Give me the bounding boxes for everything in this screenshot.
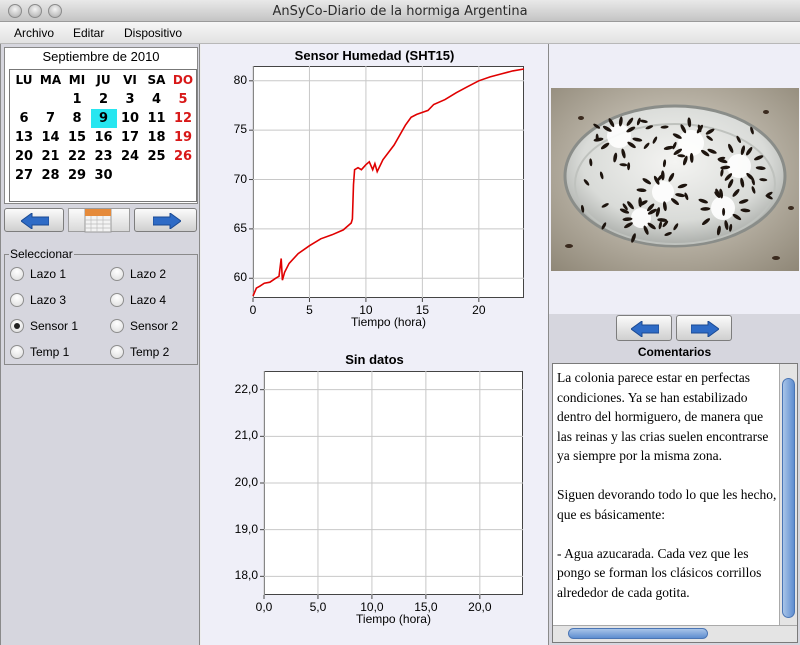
calendar-day[interactable]: 27 xyxy=(11,166,37,185)
radio-button[interactable] xyxy=(110,267,124,281)
calendar-month-title: Septiembre de 2010 xyxy=(42,49,160,64)
radio-label: Sensor 1 xyxy=(30,319,79,333)
radio-label: Sensor 2 xyxy=(130,319,179,333)
horizontal-scroll-thumb[interactable] xyxy=(568,628,708,639)
photo-next-button[interactable] xyxy=(676,315,732,341)
calendar-day[interactable]: 26 xyxy=(170,147,196,166)
calendar-day[interactable]: 14 xyxy=(38,128,64,147)
vertical-scroll-thumb[interactable] xyxy=(782,378,795,618)
weekday-header: DO xyxy=(172,73,194,87)
radio-button[interactable] xyxy=(110,345,124,359)
weekday-header: VI xyxy=(123,73,137,87)
y-tick-label: 22,0 xyxy=(234,381,258,396)
calendar-icon xyxy=(84,208,112,233)
calendar-day[interactable]: 28 xyxy=(38,166,64,185)
calendar-day[interactable]: 6 xyxy=(11,109,37,128)
y-tick-label: 18,0 xyxy=(234,568,258,583)
x-axis-label: Tiempo (hora) xyxy=(356,612,431,626)
calendar-day[interactable]: 3 xyxy=(117,90,143,109)
menu-bar: Archivo Editar Dispositivo xyxy=(0,22,800,44)
title-bar: AnSyCo-Diario de la hormiga Argentina xyxy=(0,0,800,22)
arrow-right-icon xyxy=(691,321,719,337)
radio-label: Lazo 2 xyxy=(130,267,167,281)
calendar-day[interactable]: 15 xyxy=(64,128,90,147)
radio-label: Lazo 3 xyxy=(30,293,67,307)
window-title: AnSyCo-Diario de la hormiga Argentina xyxy=(272,4,528,19)
calendar-day-selected[interactable]: 9 xyxy=(90,109,117,128)
radio-button[interactable] xyxy=(10,345,24,359)
calendar-day[interactable]: 17 xyxy=(117,128,143,147)
comments-vertical-scrollbar[interactable] xyxy=(779,364,797,626)
ant-colony-image xyxy=(551,88,799,271)
weekday-header: MI xyxy=(68,73,86,87)
radio-label: Lazo 1 xyxy=(30,267,67,281)
calendar-today-button[interactable] xyxy=(68,208,130,233)
radio-button[interactable] xyxy=(10,319,24,333)
calendar-day[interactable]: 7 xyxy=(38,109,64,128)
comments-title: Comentarios xyxy=(637,345,712,359)
calendar-day[interactable]: 13 xyxy=(11,128,37,147)
arrow-left-icon xyxy=(21,213,49,229)
calendar-day[interactable]: 19 xyxy=(170,128,196,147)
y-tick-label: 19,0 xyxy=(234,521,258,536)
calendar-day[interactable]: 16 xyxy=(91,128,117,147)
menu-editar[interactable]: Editar xyxy=(73,26,104,40)
calendar-day[interactable]: 30 xyxy=(91,166,117,185)
calendar-day[interactable]: 5 xyxy=(170,90,196,109)
arrow-left-icon xyxy=(631,321,659,337)
charts-panel: Sensor Humedad (SHT15) 0 5 10 15 20 60 65 70 75 8… xyxy=(201,44,548,645)
left-panel: Septiembre de 2010 LU MA MI JU VI SA DO 6 7 8 9 10 1… xyxy=(0,44,200,645)
calendar: Septiembre de 2010 LU MA MI JU VI SA DO 6 7 8 9 10 1… xyxy=(4,47,198,204)
menu-archivo[interactable]: Archivo xyxy=(14,26,54,40)
y-tick-label: 21,0 xyxy=(234,428,258,443)
calendar-day[interactable]: 22 xyxy=(64,147,90,166)
calendar-day[interactable]: 11 xyxy=(144,109,170,128)
chart-svg xyxy=(260,371,523,599)
calendar-day[interactable]: 8 xyxy=(64,109,90,128)
ant-colony-photo xyxy=(551,88,799,271)
radio-button[interactable] xyxy=(10,293,24,307)
comments-textarea[interactable]: La colonia parece estar en perfectas con… xyxy=(552,363,798,643)
calendar-day[interactable]: 4 xyxy=(144,90,170,109)
selector-legend: Seleccionar xyxy=(9,247,74,261)
calendar-grid: LU MA MI JU VI SA DO 6 7 8 9 10 11 12 13 14 15 16 17 18 19 20… xyxy=(9,69,197,202)
weekday-header: JU xyxy=(96,73,111,87)
arrow-right-icon xyxy=(153,213,181,229)
comments-text[interactable]: La colonia parece estar en perfectas con… xyxy=(557,368,779,642)
calendar-day[interactable]: 10 xyxy=(117,109,143,128)
calendar-day[interactable]: 20 xyxy=(11,147,37,166)
radio-button[interactable] xyxy=(110,293,124,307)
calendar-day[interactable]: 23 xyxy=(91,147,117,166)
photo-prev-button[interactable] xyxy=(616,315,672,341)
radio-label: Temp 1 xyxy=(30,345,70,359)
calendar-next-button[interactable] xyxy=(134,208,197,232)
calendar-day[interactable]: 24 xyxy=(117,147,143,166)
photo-area xyxy=(549,44,800,314)
right-panel: Comentarios La colonia parece estar en p… xyxy=(548,44,800,645)
radio-label: Lazo 4 xyxy=(130,293,167,307)
comments-horizontal-scrollbar[interactable] xyxy=(553,625,797,642)
calendar-day[interactable]: 1 xyxy=(64,90,90,109)
radio-button[interactable] xyxy=(110,319,124,333)
sensor-selector: Seleccionar Lazo 1 Lazo 2 Lazo 3 Lazo 4 Sens… xyxy=(4,247,198,365)
y-tick-label: 20,0 xyxy=(234,475,258,489)
menu-dispositivo[interactable]: Dispositivo xyxy=(124,26,182,40)
calendar-day[interactable]: 29 xyxy=(64,166,90,185)
calendar-day[interactable]: 21 xyxy=(38,147,64,166)
radio-label: Temp 2 xyxy=(130,345,170,359)
weekday-header: LU xyxy=(15,73,33,87)
weekday-header: MA xyxy=(39,73,62,87)
calendar-prev-button[interactable] xyxy=(4,208,64,232)
weekday-header: SA xyxy=(147,73,166,87)
calendar-day[interactable]: 25 xyxy=(144,147,170,166)
calendar-day[interactable]: 2 xyxy=(91,90,117,109)
radio-button[interactable] xyxy=(10,267,24,281)
calendar-day[interactable]: 12 xyxy=(170,109,196,128)
calendar-day[interactable]: 18 xyxy=(144,128,170,147)
